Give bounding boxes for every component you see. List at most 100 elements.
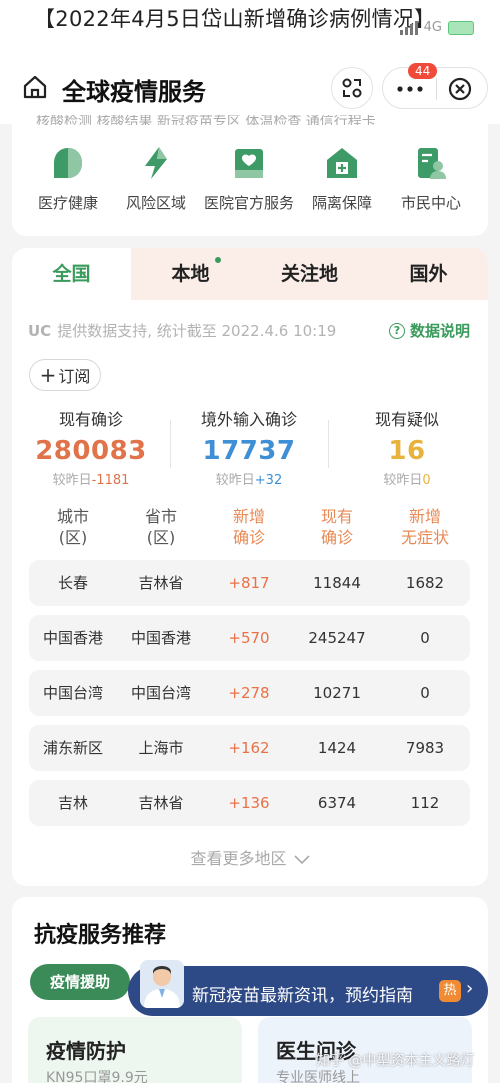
cell-new-asymptomatic: 0 xyxy=(420,684,430,702)
stat-current-confirmed: 现有确诊 280083 较昨日-1181 xyxy=(12,406,170,488)
quick-item-hospital[interactable]: 医院官方服务 xyxy=(203,146,295,213)
cell-new-confirmed: +278 xyxy=(228,684,270,702)
subscribe-button[interactable]: + 订阅 xyxy=(29,359,101,391)
signal-icon xyxy=(399,20,418,35)
cell-new-confirmed: +162 xyxy=(228,739,270,757)
uc-logo: UC xyxy=(28,321,52,340)
table-header: 城市 (区) 省市 (区) 新增 确诊 现有 确诊 新增 无症状 xyxy=(12,506,488,552)
data-explain-link[interactable]: ? 数据说明 xyxy=(388,320,470,341)
chevron-down-icon xyxy=(293,854,310,864)
network-label: 4G xyxy=(423,20,442,35)
stat-value: 280083 xyxy=(35,436,147,466)
cell-province: 吉林省 xyxy=(138,794,184,812)
cell-city: 长春 xyxy=(57,574,88,592)
cell-province: 中国香港 xyxy=(130,629,191,647)
epidemic-data-card: 全国 本地 关注地 国外 UC 提供数据支持, 统计截至 2022.4.6 10… xyxy=(12,248,488,886)
cell-current-confirmed: 10271 xyxy=(313,684,361,702)
vaccine-banner-text: 新冠疫苗最新资讯，预约指南 xyxy=(192,986,413,1006)
stat-label: 现有疑似 xyxy=(374,410,439,429)
cell-new-confirmed: +817 xyxy=(228,574,270,592)
quick-item-risk-area[interactable]: 风险区域 xyxy=(110,146,202,213)
app-bar: 全球疫情服务 44 xyxy=(0,36,500,124)
cell-city: 浦东新区 xyxy=(42,739,103,757)
data-explain-label: 数据说明 xyxy=(409,322,470,340)
cropped-service-labels: 核酸检测 核酸结果 新冠疫苗专区 体温检查 通信行程卡 xyxy=(36,115,376,125)
app-title: 全球疫情服务 xyxy=(62,78,206,106)
status-icons: 4G xyxy=(399,20,474,35)
stat-value: 16 xyxy=(388,436,426,466)
tab-followed[interactable]: 关注地 xyxy=(250,248,369,300)
cell-province: 吉林省 xyxy=(138,574,184,592)
tab-local[interactable]: 本地 xyxy=(131,248,250,300)
stat-imported-confirmed: 境外输入确诊 17737 较昨日+32 xyxy=(170,406,328,488)
quick-item-citizen-center[interactable]: 市民中心 xyxy=(385,146,477,213)
close-icon[interactable] xyxy=(448,77,472,101)
header-new-confirmed: 新增 确诊 xyxy=(232,507,265,547)
quick-services-card: 核酸检测 核酸结果 新冠疫苗专区 体温检查 通信行程卡 医疗健康 风险区域 医院… xyxy=(12,115,488,236)
header-new-asymptomatic: 新增 无症状 xyxy=(400,507,449,547)
tab-new-dot xyxy=(215,257,221,263)
view-more-label: 查看更多地区 xyxy=(190,849,287,868)
table-row[interactable]: 长春 吉林省 +817 11844 1682 xyxy=(29,560,470,606)
service-box-protection[interactable]: 疫情防护 KN95口罩9.9元 xyxy=(28,1017,242,1083)
cell-city: 中国台湾 xyxy=(42,684,103,702)
zhihu-watermark: 知乎 @中型资本主义路灯 xyxy=(316,1053,475,1069)
quick-label: 市民中心 xyxy=(400,194,461,212)
table-row[interactable]: 吉林 吉林省 +136 6374 112 xyxy=(29,780,470,826)
table-row[interactable]: 中国香港 中国香港 +570 245247 0 xyxy=(29,615,470,661)
stat-change: 较昨日+32 xyxy=(215,473,283,488)
service-section-title: 抗疫服务推荐 xyxy=(34,923,167,948)
home-icon[interactable] xyxy=(22,74,48,100)
stat-value: 17737 xyxy=(202,436,296,466)
notification-badge: 44 xyxy=(408,63,438,79)
epidemic-aid-tag[interactable]: 疫情援助 xyxy=(30,964,130,1000)
cell-current-confirmed: 1424 xyxy=(317,739,357,757)
table-row[interactable]: 浦东新区 上海市 +162 1424 7983 xyxy=(29,725,470,771)
tab-national[interactable]: 全国 xyxy=(12,248,131,300)
quick-label: 医院官方服务 xyxy=(203,194,294,212)
header-current-confirmed: 现有 确诊 xyxy=(320,507,353,547)
data-source: UC 提供数据支持, 统计截至 2022.4.6 10:19 xyxy=(28,320,336,341)
question-icon: ? xyxy=(388,322,405,339)
cell-current-confirmed: 245247 xyxy=(308,629,366,647)
service-box-sub: KN95口罩9.9元 xyxy=(46,1070,148,1083)
quick-label: 隔离保障 xyxy=(311,194,372,212)
table-row[interactable]: 中国台湾 中国台湾 +278 10271 0 xyxy=(29,670,470,716)
header-province: 省市 (区) xyxy=(144,507,177,547)
doctor-avatar xyxy=(140,960,184,1008)
scan-button[interactable] xyxy=(331,67,373,109)
cell-new-asymptomatic: 112 xyxy=(410,794,440,812)
cell-new-confirmed: +570 xyxy=(228,629,270,647)
cell-new-confirmed: +136 xyxy=(228,794,270,812)
region-tabs: 全国 本地 关注地 国外 xyxy=(12,248,488,300)
quick-item-quarantine[interactable]: 隔离保障 xyxy=(296,146,388,213)
chevron-right-icon: › xyxy=(466,978,474,999)
cell-new-asymptomatic: 0 xyxy=(420,629,430,647)
quick-item-medical[interactable]: 医疗健康 xyxy=(22,146,114,213)
stat-change: 较昨日0 xyxy=(383,473,431,488)
cell-city: 中国香港 xyxy=(42,629,103,647)
quarantine-house-icon xyxy=(327,148,357,178)
data-source-text: 提供数据支持, 统计截至 2022.4.6 10:19 xyxy=(57,322,337,340)
stat-label: 境外输入确诊 xyxy=(200,410,297,429)
cell-province: 上海市 xyxy=(138,739,184,757)
lightning-icon xyxy=(145,147,167,179)
more-icon[interactable] xyxy=(397,86,423,92)
citizen-center-icon xyxy=(418,148,446,179)
tab-overseas[interactable]: 国外 xyxy=(369,248,488,300)
stat-label: 现有确诊 xyxy=(58,410,123,429)
medical-health-icon xyxy=(54,148,82,178)
hospital-icon xyxy=(235,149,263,178)
doctor-icon xyxy=(140,960,184,1008)
cell-province: 中国台湾 xyxy=(130,684,191,702)
plus-icon: + xyxy=(39,363,57,387)
battery-icon xyxy=(448,20,474,35)
service-box-title: 疫情防护 xyxy=(46,1039,126,1063)
scan-icon xyxy=(342,78,362,98)
view-more-regions-link[interactable]: 查看更多地区 xyxy=(12,845,488,869)
stat-change: 较昨日-1181 xyxy=(52,473,130,488)
subscribe-label: 订阅 xyxy=(58,367,91,386)
quick-label: 医疗健康 xyxy=(37,194,98,212)
header-city: 城市 (区) xyxy=(56,507,89,547)
cell-city: 吉林 xyxy=(57,794,88,812)
